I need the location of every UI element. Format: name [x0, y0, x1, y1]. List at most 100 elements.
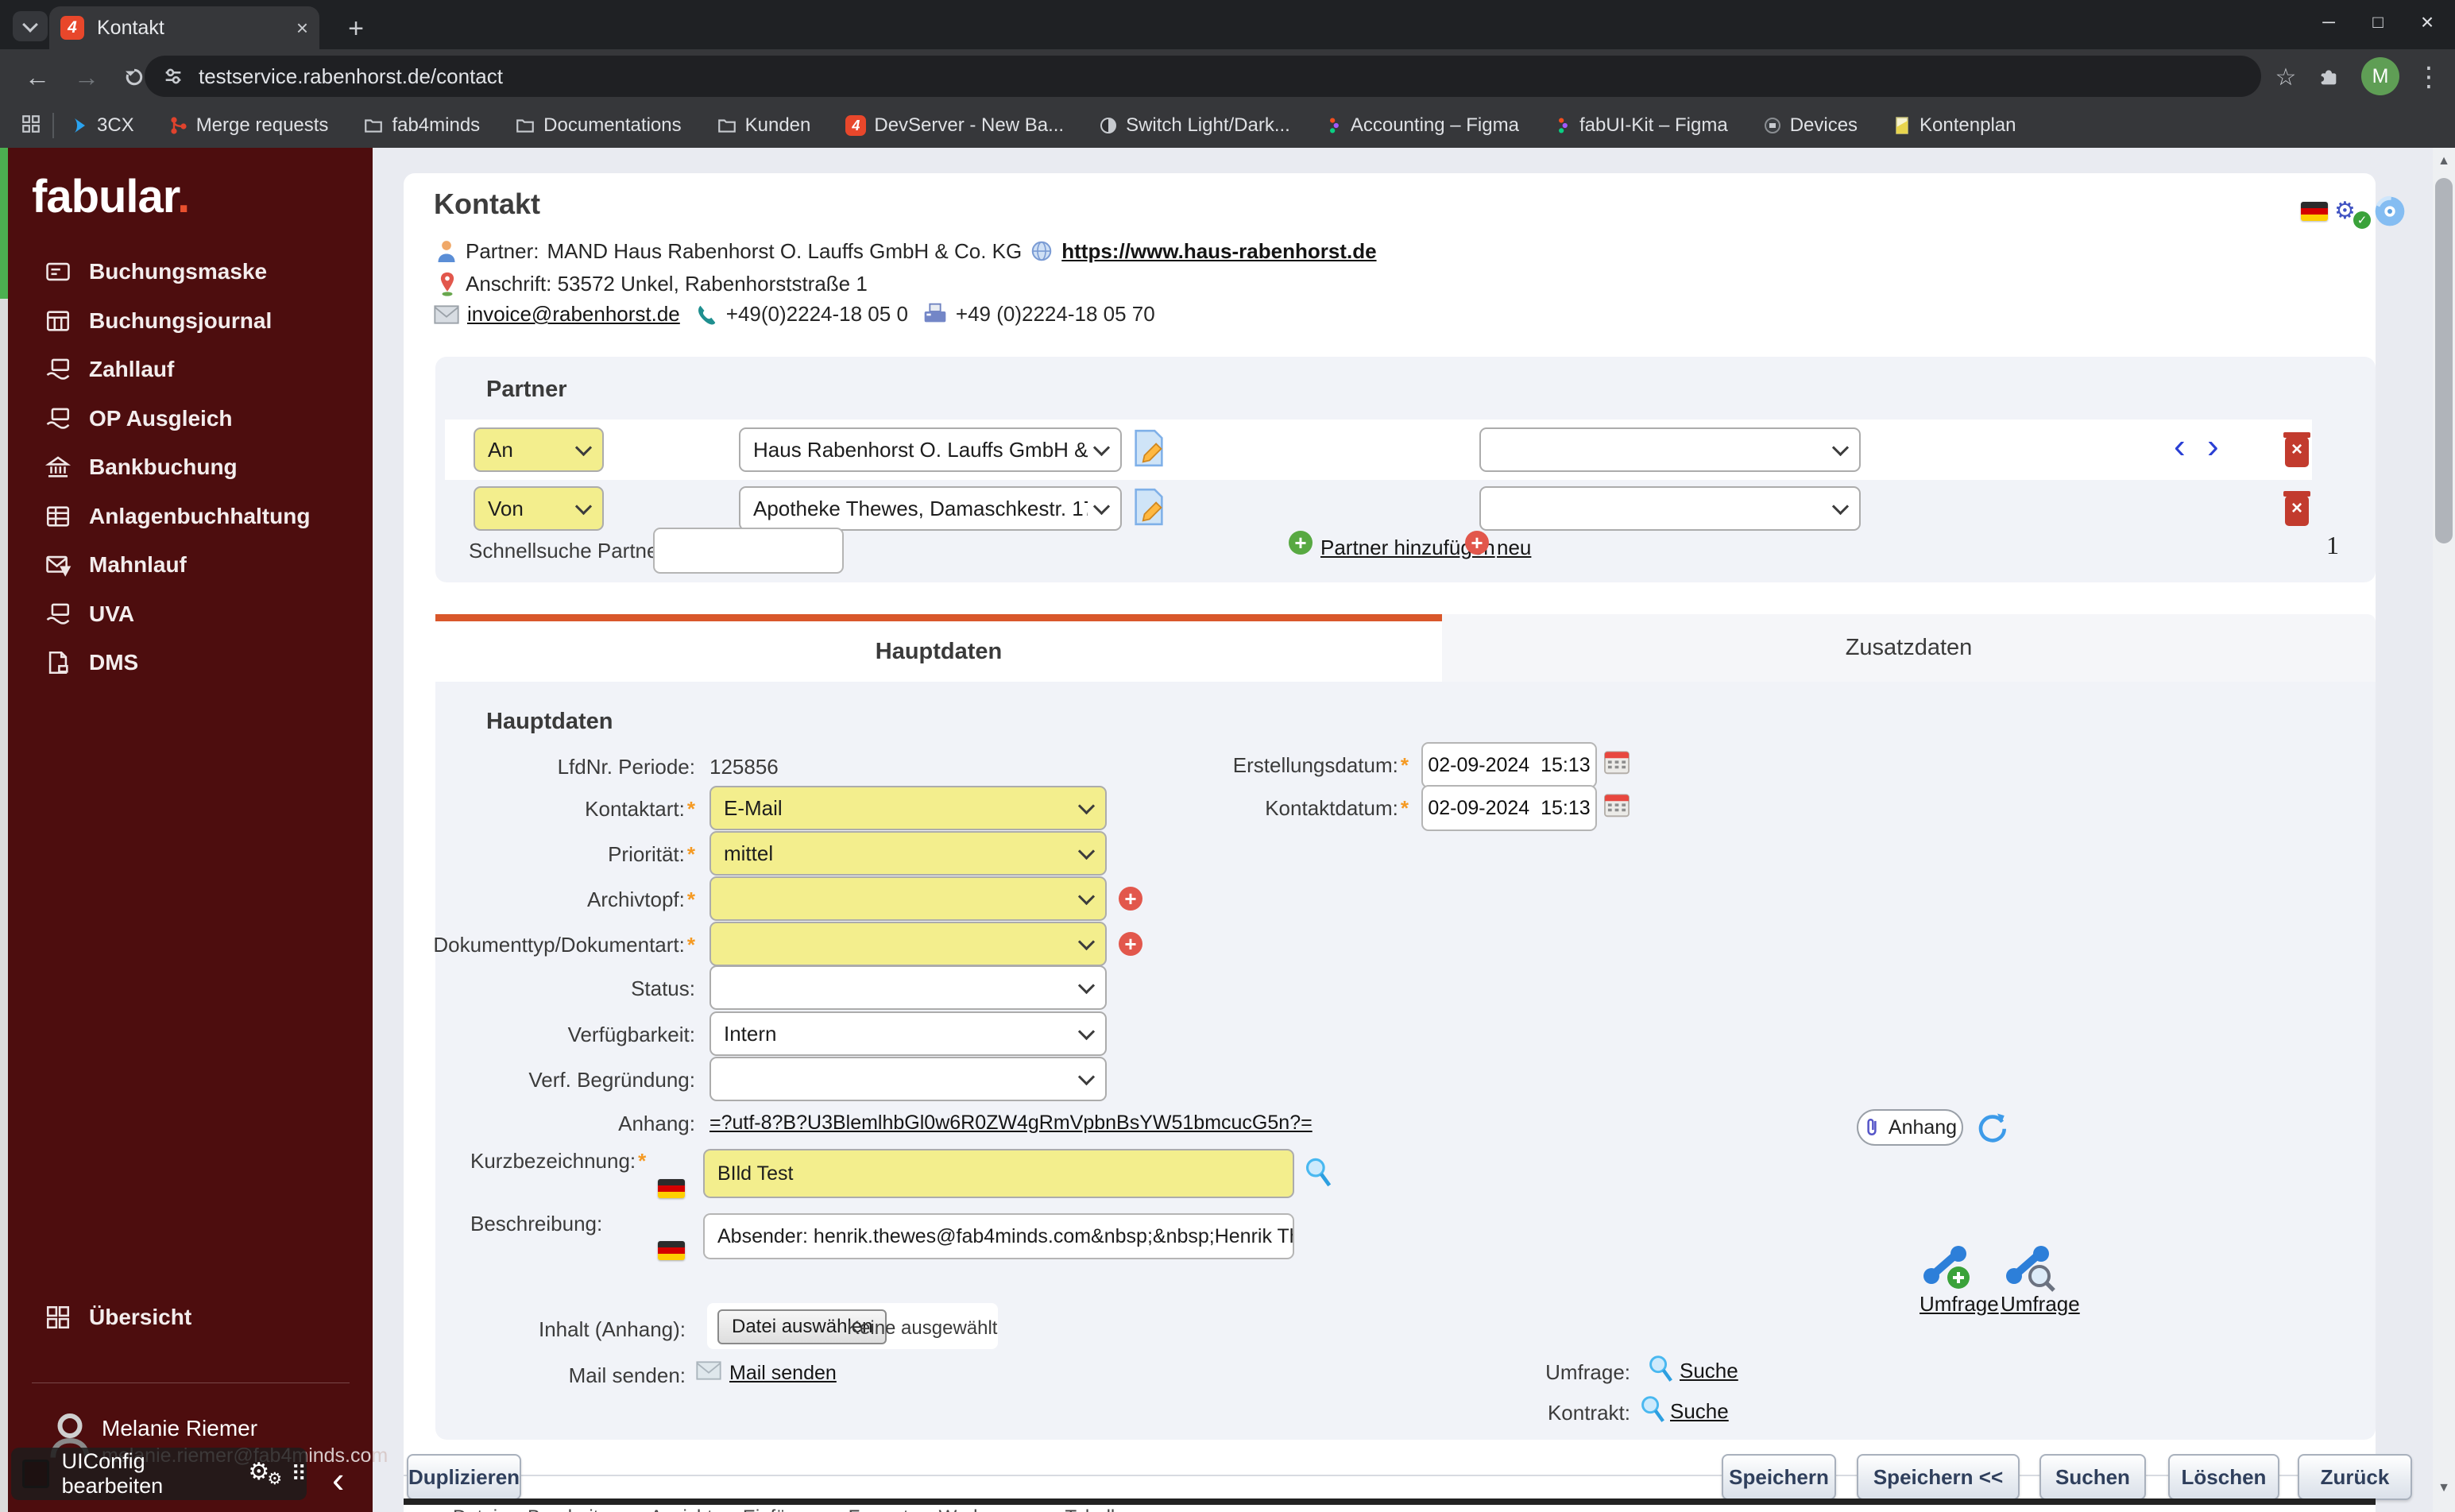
- speichern-button[interactable]: Speichern: [1722, 1454, 1836, 1500]
- refresh-icon[interactable]: [1975, 1111, 2008, 1144]
- bookmark-folder-documentations[interactable]: Documentations: [515, 114, 682, 137]
- sidebar-item-bankbuchung[interactable]: Bankbuchung: [8, 447, 373, 488]
- site-info-icon[interactable]: [162, 65, 184, 87]
- status-select[interactable]: [709, 965, 1107, 1010]
- beschreibung-input[interactable]: Absender: henrik.thewes@fab4minds.com&nb…: [703, 1213, 1294, 1259]
- zurueck-button[interactable]: Zurück: [2298, 1454, 2412, 1500]
- search-icon[interactable]: [1303, 1155, 1333, 1190]
- mail-senden-link[interactable]: Mail senden: [729, 1362, 837, 1385]
- sidebar-item-buchungsmaske[interactable]: Buchungsmaske: [8, 251, 373, 292]
- partner-direction-select[interactable]: An: [474, 427, 604, 472]
- edit-partner-icon[interactable]: [1133, 488, 1165, 526]
- new-partner-link[interactable]: neu: [1497, 536, 1531, 560]
- settings-gears-icon[interactable]: ⚙ ⚙: [248, 1458, 286, 1490]
- sidebar-item-mahnlauf[interactable]: Mahnlauf: [8, 544, 373, 586]
- extensions-icon[interactable]: [2312, 60, 2345, 94]
- scrollbar-thumb[interactable]: [2435, 178, 2453, 543]
- back-button[interactable]: ←: [21, 60, 54, 94]
- loeschen-button[interactable]: Löschen: [2168, 1454, 2279, 1500]
- tab-hauptdaten[interactable]: Hauptdaten: [435, 614, 1442, 682]
- drag-grid-icon[interactable]: ⠿: [291, 1462, 307, 1487]
- sidebar-collapse-icon[interactable]: ‹: [332, 1461, 344, 1498]
- archivtopf-select[interactable]: [709, 876, 1107, 921]
- sidebar-item-buchungsjournal[interactable]: Buchungsjournal: [8, 300, 373, 342]
- dokumenttyp-select[interactable]: [709, 922, 1107, 966]
- bookmark-merge-requests[interactable]: Merge requests: [169, 114, 328, 137]
- forward-button[interactable]: →: [70, 60, 103, 94]
- bookmark-folder-kunden[interactable]: Kunden: [717, 114, 810, 137]
- browser-tab[interactable]: 4 Kontakt ×: [49, 6, 319, 49]
- bookmark-switch-theme[interactable]: Switch Light/Dark...: [1099, 114, 1290, 137]
- speichern-zurueck-button[interactable]: Speichern <<: [1857, 1454, 2020, 1500]
- uiconfig-checkbox[interactable]: [22, 1460, 49, 1488]
- suchen-button[interactable]: Suchen: [2039, 1454, 2146, 1500]
- apps-grid-icon[interactable]: [21, 114, 41, 138]
- quick-search-input[interactable]: [653, 528, 844, 574]
- anhang-button[interactable]: Anhang: [1857, 1109, 1963, 1146]
- scroll-up-icon[interactable]: ▲: [2433, 149, 2455, 173]
- kontaktart-select[interactable]: E-Mail: [709, 786, 1107, 830]
- partner-next-icon[interactable]: ›: [2207, 429, 2219, 464]
- editor-menu-ansicht[interactable]: Ansicht: [650, 1506, 713, 1512]
- bookmark-accounting-figma[interactable]: Accounting – Figma: [1325, 114, 1519, 137]
- scroll-down-icon[interactable]: ▼: [2433, 1476, 2455, 1500]
- profile-avatar[interactable]: M: [2361, 57, 2399, 95]
- delete-partner-icon[interactable]: ×: [2283, 489, 2310, 526]
- umfrage-add-icon[interactable]: [1921, 1244, 1977, 1292]
- partner-direction-select[interactable]: Von: [474, 486, 604, 531]
- calendar-icon[interactable]: [1602, 790, 1632, 820]
- bookmark-star-icon[interactable]: ☆: [2269, 60, 2302, 94]
- calendar-icon[interactable]: [1602, 747, 1632, 777]
- new-partner-plus-icon[interactable]: +: [1465, 531, 1489, 555]
- duplizieren-button[interactable]: Duplizieren: [407, 1454, 521, 1500]
- edit-partner-icon[interactable]: [1133, 429, 1165, 467]
- archivtopf-add-icon[interactable]: +: [1119, 887, 1142, 911]
- search-icon[interactable]: [1638, 1394, 1667, 1425]
- partner-contact-select[interactable]: [1479, 427, 1861, 472]
- editor-menu-werkzeuge[interactable]: Werkzeuge: [939, 1506, 1035, 1512]
- umfrage-add-link[interactable]: Umfrage: [1920, 1292, 1999, 1317]
- bookmark-3cx[interactable]: 3CX: [70, 114, 134, 137]
- tab-zusatzdaten[interactable]: Zusatzdaten: [1442, 614, 2376, 682]
- config-gears-icon[interactable]: ⚙: [2334, 197, 2356, 225]
- bookmark-devices[interactable]: Devices: [1763, 114, 1858, 137]
- dokumenttyp-add-icon[interactable]: +: [1119, 932, 1142, 956]
- new-tab-button[interactable]: +: [340, 13, 372, 44]
- bookmark-folder-fab4minds[interactable]: fab4minds: [363, 114, 480, 137]
- bookmark-fabui-figma[interactable]: fabUI-Kit – Figma: [1554, 114, 1728, 137]
- partner-prev-icon[interactable]: ‹: [2174, 429, 2186, 464]
- tab-search-button[interactable]: [13, 11, 48, 41]
- editor-menu-datei[interactable]: Datei: [453, 1506, 497, 1512]
- partner-select[interactable]: Apotheke Thewes, Damaschkestr. 17, 53129…: [739, 486, 1122, 531]
- umfrage-suche-link[interactable]: Suche: [1680, 1359, 1738, 1383]
- email-link[interactable]: invoice@rabenhorst.de: [467, 302, 680, 327]
- kontrakt-suche-link[interactable]: Suche: [1670, 1399, 1729, 1424]
- editor-menu-tabelle[interactable]: Tabelle: [1065, 1506, 1126, 1512]
- sidebar-item-uebersicht[interactable]: Übersicht: [8, 1297, 373, 1338]
- editor-menu-bearbeiten[interactable]: Bearbeiten: [528, 1506, 620, 1512]
- tab-close-icon[interactable]: ×: [296, 16, 308, 41]
- bookmark-devserver[interactable]: 4 DevServer - New Ba...: [845, 114, 1064, 137]
- sidebar-item-uva[interactable]: UVA: [8, 594, 373, 635]
- partner-contact-select[interactable]: [1479, 486, 1861, 531]
- language-flag-icon[interactable]: [2301, 202, 2328, 221]
- erstellungsdatum-input[interactable]: 02-09-2024 15:13: [1421, 742, 1597, 788]
- sidebar-item-anlagenbuchhaltung[interactable]: Anlagenbuchhaltung: [8, 496, 373, 537]
- search-icon[interactable]: [1646, 1354, 1675, 1384]
- editor-menu-format[interactable]: Format: [849, 1506, 909, 1512]
- add-partner-plus-icon[interactable]: +: [1289, 531, 1313, 555]
- verf-begruendung-select[interactable]: [709, 1057, 1107, 1101]
- delete-partner-icon[interactable]: ×: [2283, 431, 2310, 467]
- sidebar-item-op-ausgleich[interactable]: OP Ausgleich: [8, 398, 373, 439]
- address-bar[interactable]: testservice.rabenhorst.de/contact: [145, 56, 2261, 97]
- window-maximize-button[interactable]: □: [2353, 0, 2403, 44]
- partner-select[interactable]: Haus Rabenhorst O. Lauffs GmbH & Co. KG,…: [739, 427, 1122, 472]
- sidebar-item-dms[interactable]: DMS: [8, 642, 373, 683]
- window-close-button[interactable]: ×: [2403, 0, 2452, 44]
- disc-icon[interactable]: [2374, 195, 2406, 227]
- prioritaet-select[interactable]: mittel: [709, 831, 1107, 876]
- umfrage-search-icon[interactable]: [2004, 1244, 2059, 1292]
- browser-menu-icon[interactable]: ⋮: [2412, 60, 2445, 94]
- editor-menu-einfuegen[interactable]: Einfügen: [743, 1506, 818, 1512]
- bookmark-kontenplan[interactable]: Kontenplan: [1892, 114, 2016, 137]
